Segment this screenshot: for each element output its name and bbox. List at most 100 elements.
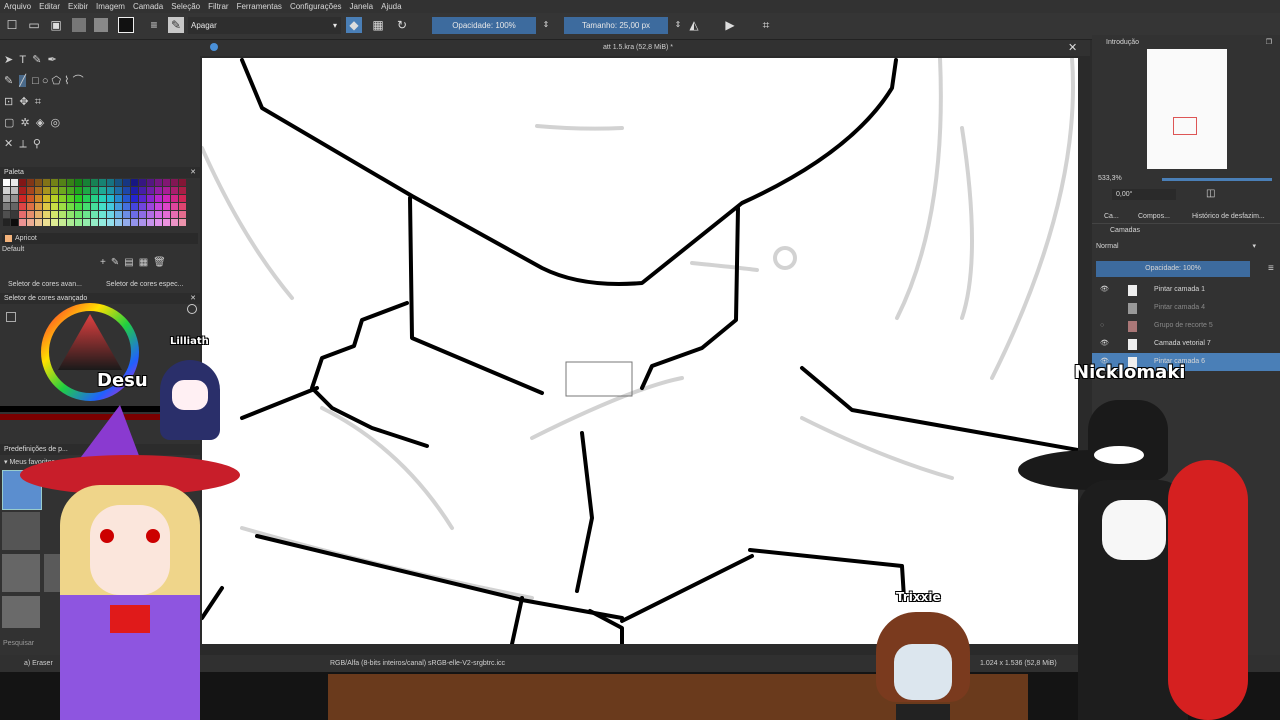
palette-swatch[interactable] bbox=[131, 219, 138, 226]
palette-swatch[interactable] bbox=[147, 187, 154, 194]
brush-tool-icon[interactable]: ✎ bbox=[4, 75, 13, 87]
opacity-slider[interactable]: Opacidade: 100% bbox=[432, 17, 536, 34]
palette-swatch[interactable] bbox=[155, 203, 162, 210]
close-icon[interactable]: ✕ bbox=[186, 293, 196, 304]
hidden-eye-icon[interactable]: ○ bbox=[1100, 317, 1104, 335]
tab-specific-selector[interactable]: Seletor de cores espec... bbox=[106, 279, 183, 291]
palette-swatch[interactable] bbox=[67, 179, 74, 186]
palette-swatch[interactable] bbox=[171, 219, 178, 226]
palette-swatch[interactable] bbox=[131, 211, 138, 218]
palette-swatch[interactable] bbox=[115, 203, 122, 210]
palette-swatch[interactable] bbox=[123, 203, 130, 210]
palette-swatch[interactable] bbox=[35, 219, 42, 226]
palette-swatch[interactable] bbox=[115, 219, 122, 226]
palette-swatch[interactable] bbox=[35, 211, 42, 218]
palette-swatch[interactable] bbox=[27, 195, 34, 202]
palette-swatch[interactable] bbox=[27, 211, 34, 218]
add-icon[interactable]: + bbox=[100, 257, 111, 268]
palette-swatch[interactable] bbox=[51, 179, 58, 186]
palette-swatch[interactable] bbox=[155, 187, 162, 194]
palette-swatch[interactable] bbox=[51, 219, 58, 226]
size-stepper-icon[interactable]: ⇕ bbox=[670, 17, 686, 33]
fill-tool-icon[interactable]: ◈ bbox=[36, 117, 44, 129]
palette-swatch[interactable] bbox=[27, 203, 34, 210]
palette-grid[interactable] bbox=[3, 179, 187, 227]
palette-swatch[interactable] bbox=[35, 195, 42, 202]
palette-swatch[interactable] bbox=[107, 219, 114, 226]
palette-swatch[interactable] bbox=[67, 195, 74, 202]
palette-swatch[interactable] bbox=[43, 179, 50, 186]
palette-swatch[interactable] bbox=[163, 187, 170, 194]
layer-row[interactable]: Pintar camada 4 bbox=[1092, 299, 1280, 317]
menu-ajuda[interactable]: Ajuda bbox=[377, 0, 405, 13]
grid-icon[interactable]: ▦ bbox=[139, 257, 153, 268]
layer-opacity-slider[interactable]: Opacidade: 100% bbox=[1096, 261, 1250, 277]
palette-swatch[interactable] bbox=[83, 195, 90, 202]
palette-swatch[interactable] bbox=[43, 219, 50, 226]
palette-swatch[interactable] bbox=[171, 187, 178, 194]
palette-swatch[interactable] bbox=[67, 219, 74, 226]
palette-swatch[interactable] bbox=[35, 203, 42, 210]
palette-swatch[interactable] bbox=[83, 187, 90, 194]
palette-swatch[interactable] bbox=[43, 203, 50, 210]
polygon-tool-icon[interactable]: ⬠ bbox=[52, 75, 62, 87]
palette-swatch[interactable] bbox=[107, 195, 114, 202]
palette-swatch[interactable] bbox=[99, 219, 106, 226]
picker-tool-icon[interactable]: ⚲ bbox=[33, 138, 41, 150]
delete-icon[interactable]: 🗑 bbox=[153, 257, 171, 268]
palette-swatch[interactable] bbox=[91, 179, 98, 186]
palette-swatch[interactable] bbox=[11, 211, 18, 218]
palette-swatch[interactable] bbox=[43, 187, 50, 194]
palette-swatch[interactable] bbox=[19, 211, 26, 218]
palette-swatch[interactable] bbox=[179, 179, 186, 186]
palette-swatch[interactable] bbox=[59, 219, 66, 226]
palette-swatch[interactable] bbox=[51, 211, 58, 218]
palette-swatch[interactable] bbox=[107, 203, 114, 210]
palette-swatch[interactable] bbox=[115, 187, 122, 194]
close-icon[interactable]: ✕ bbox=[186, 167, 196, 178]
palette-swatch[interactable] bbox=[11, 203, 18, 210]
palette-swatch[interactable] bbox=[107, 211, 114, 218]
colorize-icon[interactable]: ▢ bbox=[4, 117, 14, 129]
palette-swatch[interactable] bbox=[91, 203, 98, 210]
palette-swatch[interactable] bbox=[3, 187, 10, 194]
palette-swatch[interactable] bbox=[163, 219, 170, 226]
palette-swatch[interactable] bbox=[163, 179, 170, 186]
palette-swatch[interactable] bbox=[147, 211, 154, 218]
palette-swatch[interactable] bbox=[27, 219, 34, 226]
palette-swatch[interactable] bbox=[67, 203, 74, 210]
palette-swatch[interactable] bbox=[139, 211, 146, 218]
palette-swatch[interactable] bbox=[171, 211, 178, 218]
palette-swatch[interactable] bbox=[59, 195, 66, 202]
mirror-horizontal-icon[interactable]: ◭ bbox=[686, 17, 702, 33]
text-tool-icon[interactable]: T bbox=[19, 54, 26, 66]
mirror-view-icon[interactable]: ◫ bbox=[1206, 188, 1215, 199]
palette-swatch[interactable] bbox=[27, 179, 34, 186]
palette-swatch[interactable] bbox=[19, 187, 26, 194]
new-document-icon[interactable]: ☐ bbox=[4, 17, 20, 33]
tab-history[interactable]: Histórico de desfazim... bbox=[1192, 211, 1265, 223]
palette-swatch[interactable] bbox=[131, 179, 138, 186]
palette-swatch[interactable] bbox=[179, 195, 186, 202]
tab-compos[interactable]: Compos... bbox=[1138, 211, 1170, 223]
palette-swatch[interactable] bbox=[155, 179, 162, 186]
palette-swatch[interactable] bbox=[27, 187, 34, 194]
move-tool-icon[interactable]: ✥ bbox=[19, 96, 28, 108]
menu-ferramentas[interactable]: Ferramentas bbox=[233, 0, 286, 13]
eye-icon[interactable]: 👁 bbox=[1100, 335, 1109, 353]
palette-swatch[interactable] bbox=[123, 179, 130, 186]
palette-swatch[interactable] bbox=[107, 179, 114, 186]
palette-swatch[interactable] bbox=[75, 187, 82, 194]
palette-swatch[interactable] bbox=[139, 195, 146, 202]
palette-swatch[interactable] bbox=[171, 195, 178, 202]
palette-swatch[interactable] bbox=[171, 203, 178, 210]
palette-swatch[interactable] bbox=[67, 187, 74, 194]
palette-swatch[interactable] bbox=[139, 187, 146, 194]
edit-shapes-icon[interactable]: ✎ bbox=[32, 54, 41, 66]
palette-swatch[interactable] bbox=[139, 179, 146, 186]
palette-swatch[interactable] bbox=[139, 203, 146, 210]
tab-advanced-selector[interactable]: Seletor de cores avan... bbox=[8, 279, 82, 291]
float-icon[interactable]: ❐ bbox=[1266, 37, 1272, 48]
palette-swatch[interactable] bbox=[99, 179, 106, 186]
color-name-field[interactable]: Apricot bbox=[2, 233, 198, 244]
